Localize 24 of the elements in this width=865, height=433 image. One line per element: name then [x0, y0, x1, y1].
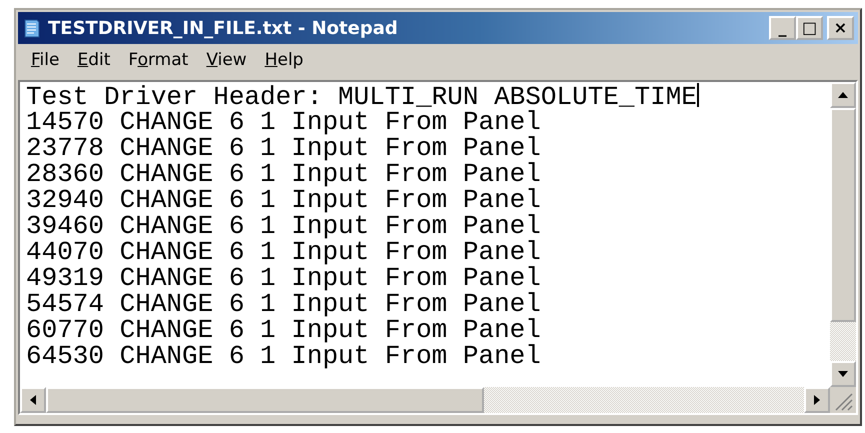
- down-arrow-icon: [838, 371, 848, 377]
- menu-item[interactable]: Format: [121, 46, 196, 76]
- menu-item[interactable]: Help: [258, 46, 310, 76]
- vertical-scrollbar[interactable]: [830, 82, 856, 387]
- scroll-thumb[interactable]: [46, 387, 484, 413]
- notepad-icon: [22, 17, 42, 39]
- menu-item[interactable]: View: [199, 46, 254, 76]
- scroll-up-button[interactable]: [830, 82, 856, 108]
- maximize-button[interactable]: □: [796, 16, 823, 40]
- menu-item[interactable]: File: [24, 46, 66, 76]
- scroll-right-button[interactable]: [804, 387, 830, 413]
- up-arrow-icon: [838, 92, 848, 98]
- menu-item[interactable]: Edit: [70, 46, 118, 76]
- scroll-down-button[interactable]: [830, 361, 856, 387]
- horizontal-scrollbar[interactable]: [20, 387, 830, 413]
- left-arrow-icon: [30, 395, 36, 405]
- window-title: TESTDRIVER_IN_FILE.txt - Notepad: [48, 16, 398, 40]
- scroll-thumb[interactable]: [830, 108, 856, 322]
- text-area[interactable]: [18, 80, 858, 415]
- right-arrow-icon: [814, 395, 820, 405]
- scroll-left-button[interactable]: [20, 387, 46, 413]
- resize-grip[interactable]: [830, 387, 856, 413]
- close-button[interactable]: ×: [827, 16, 854, 40]
- minimize-button[interactable]: _: [769, 16, 796, 40]
